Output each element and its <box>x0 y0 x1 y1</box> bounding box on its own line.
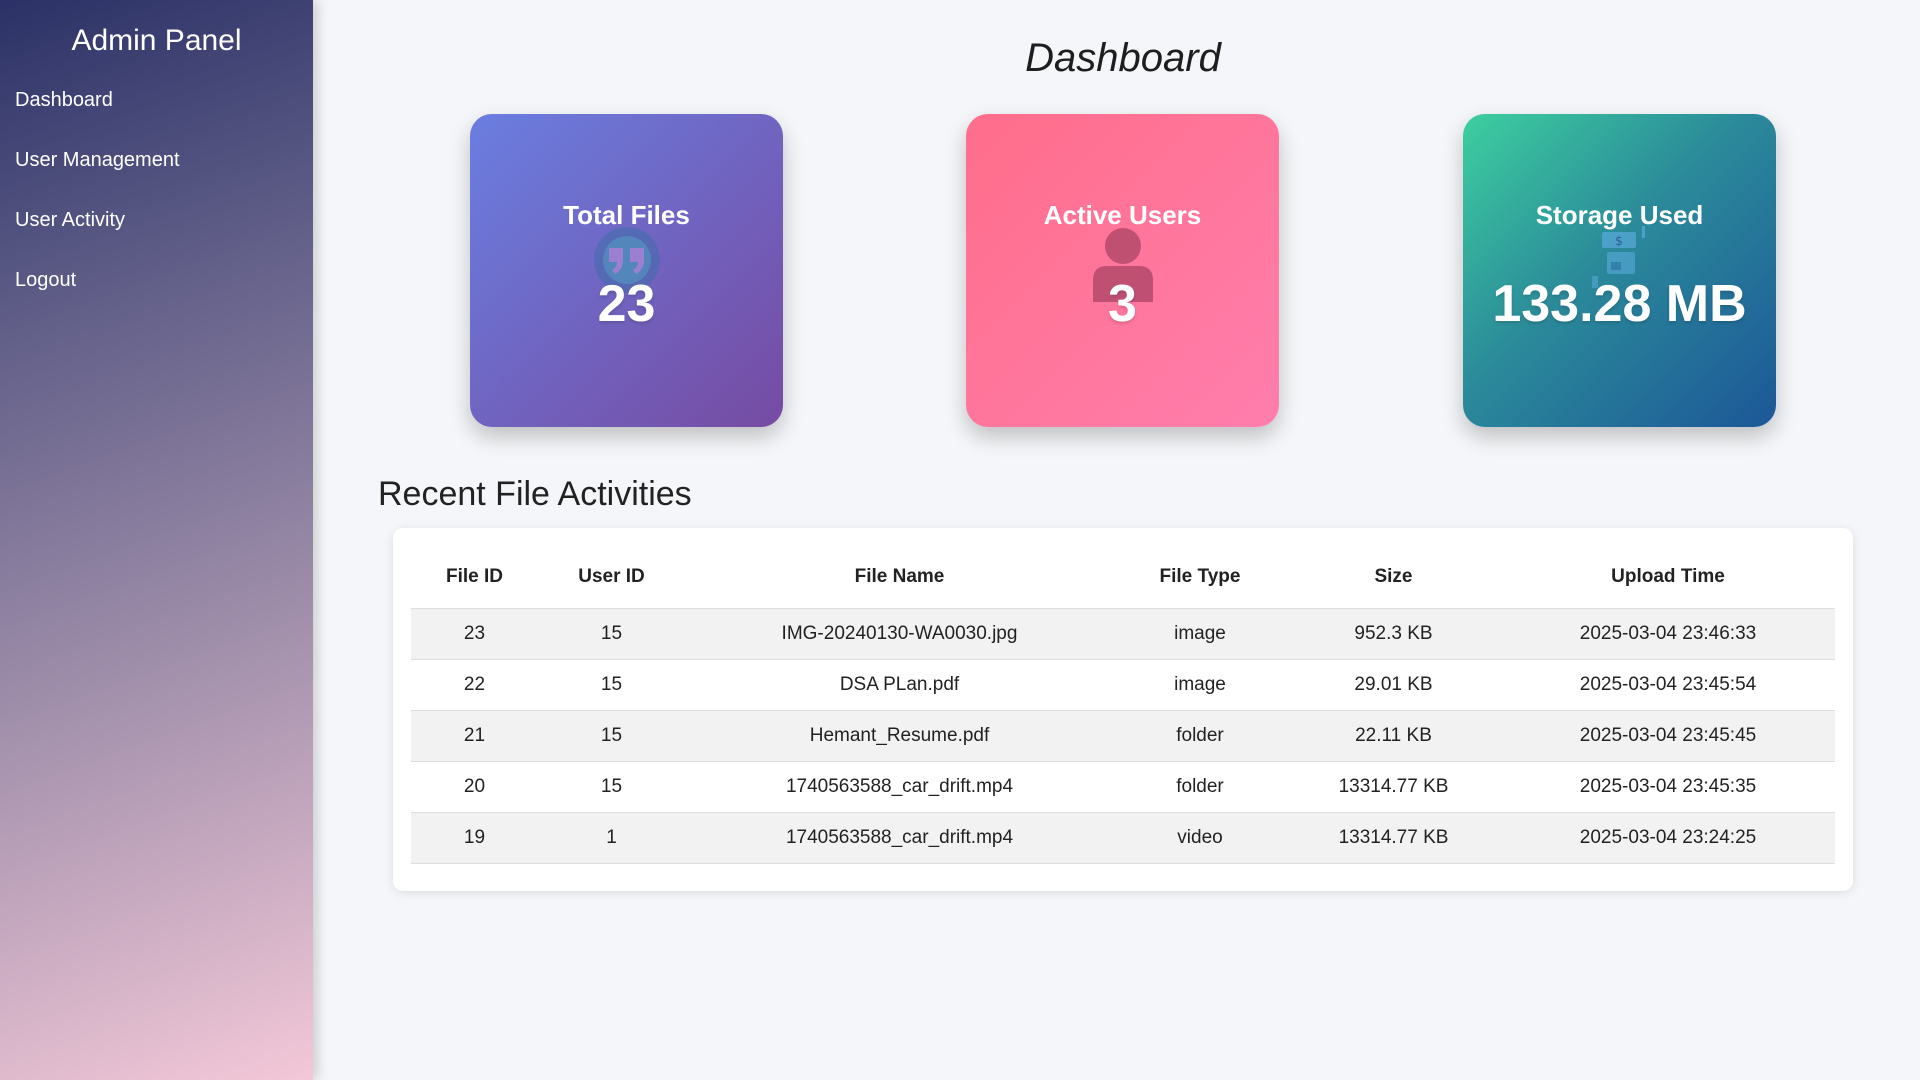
cell-size: 29.01 KB <box>1286 659 1501 711</box>
svg-text:$: $ <box>1615 234 1623 248</box>
cell-file-id: 19 <box>411 812 538 864</box>
cell-user-id: 15 <box>538 761 685 813</box>
cell-upload-time: 2025-03-04 23:46:33 <box>1501 608 1835 660</box>
cell-file-type: folder <box>1114 710 1286 762</box>
card-value: 23 <box>597 275 656 333</box>
cell-file-id: 20 <box>411 761 538 813</box>
card-value: 133.28 MB <box>1492 275 1747 333</box>
sidebar-item-dashboard[interactable]: Dashboard <box>0 74 313 134</box>
table-row: 21 15 Hemant_Resume.pdf folder 22.11 KB … <box>411 710 1835 762</box>
cell-user-id: 15 <box>538 659 685 711</box>
column-header-upload-time: Upload Time <box>1501 546 1835 609</box>
table-row: 23 15 IMG-20240130-WA0030.jpg image 952.… <box>411 608 1835 660</box>
cell-size: 952.3 KB <box>1286 608 1501 660</box>
active-users-card: Active Users 3 <box>966 114 1279 427</box>
cell-file-type: image <box>1114 608 1286 660</box>
cell-upload-time: 2025-03-04 23:45:35 <box>1501 761 1835 813</box>
main-content: Dashboard Total Files 23 Active Users 3 … <box>313 0 1920 1080</box>
card-label: Storage Used <box>1535 200 1704 230</box>
sidebar-title: Admin Panel <box>71 24 242 57</box>
activities-table-card: File ID User ID File Name File Type Size… <box>393 528 1853 891</box>
table-row: 19 1 1740563588_car_drift.mp4 video 1331… <box>411 812 1835 864</box>
cell-size: 13314.77 KB <box>1286 761 1501 813</box>
total-files-card: Total Files 23 <box>470 114 783 427</box>
cell-size: 13314.77 KB <box>1286 812 1501 864</box>
column-header-user-id: User ID <box>538 546 685 609</box>
page-title: Dashboard <box>1025 36 1221 80</box>
sidebar-item-user-activity[interactable]: User Activity <box>0 194 313 254</box>
column-header-file-name: File Name <box>685 546 1114 609</box>
cell-upload-time: 2025-03-04 23:45:54 <box>1501 659 1835 711</box>
cell-user-id: 15 <box>538 710 685 762</box>
sidebar-item-logout[interactable]: Logout <box>0 254 313 314</box>
table-row: 22 15 DSA PLan.pdf image 29.01 KB 2025-0… <box>411 659 1835 711</box>
cell-file-type: image <box>1114 659 1286 711</box>
cell-upload-time: 2025-03-04 23:45:45 <box>1501 710 1835 762</box>
table-row: 20 15 1740563588_car_drift.mp4 folder 13… <box>411 761 1835 813</box>
cell-file-name: 1740563588_car_drift.mp4 <box>685 761 1114 813</box>
cell-file-id: 23 <box>411 608 538 660</box>
cell-file-name: 1740563588_car_drift.mp4 <box>685 812 1114 864</box>
column-header-size: Size <box>1286 546 1501 609</box>
cell-file-name: IMG-20240130-WA0030.jpg <box>685 608 1114 660</box>
cell-file-id: 21 <box>411 710 538 762</box>
activities-table: File ID User ID File Name File Type Size… <box>411 546 1835 864</box>
cell-file-name: DSA PLan.pdf <box>685 659 1114 711</box>
card-label: Active Users <box>1043 200 1202 230</box>
cell-file-name: Hemant_Resume.pdf <box>685 710 1114 762</box>
card-value: 3 <box>1108 275 1137 333</box>
cell-upload-time: 2025-03-04 23:24:25 <box>1501 812 1835 864</box>
cell-file-id: 22 <box>411 659 538 711</box>
column-header-file-id: File ID <box>411 546 538 609</box>
sidebar: Admin Panel Dashboard User Management Us… <box>0 0 313 1080</box>
column-header-file-type: File Type <box>1114 546 1286 609</box>
cell-user-id: 15 <box>538 608 685 660</box>
table-header-row: File ID User ID File Name File Type Size… <box>411 546 1835 609</box>
cell-file-type: video <box>1114 812 1286 864</box>
storage-used-card: Storage Used $ 133.28 MB <box>1463 114 1776 427</box>
section-title: Recent File Activities <box>378 475 692 513</box>
cell-user-id: 1 <box>538 812 685 864</box>
sidebar-item-user-management[interactable]: User Management <box>0 134 313 194</box>
card-label: Total Files <box>563 200 690 230</box>
cell-file-type: folder <box>1114 761 1286 813</box>
cell-size: 22.11 KB <box>1286 710 1501 762</box>
